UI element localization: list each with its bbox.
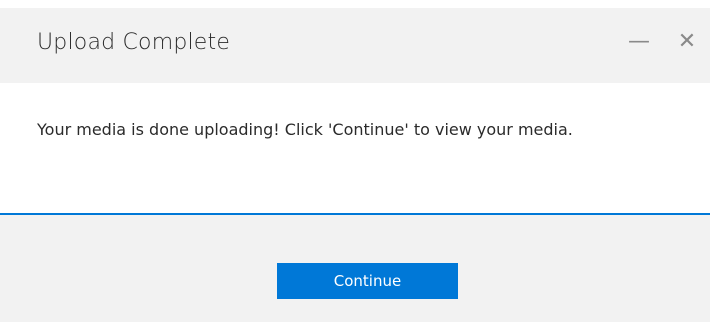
titlebar: Upload Complete — ✕ <box>0 8 710 83</box>
window-top-edge <box>0 0 710 8</box>
close-button[interactable]: ✕ <box>670 24 704 58</box>
minimize-button[interactable]: — <box>622 24 656 58</box>
minimize-icon: — <box>628 28 650 54</box>
dialog-content: Your media is done uploading! Click 'Con… <box>0 83 710 213</box>
dialog-title: Upload Complete <box>37 30 231 55</box>
dialog-footer: Continue <box>0 215 710 322</box>
continue-button[interactable]: Continue <box>277 263 458 299</box>
upload-message: Your media is done uploading! Click 'Con… <box>37 120 573 139</box>
upload-complete-dialog: Upload Complete — ✕ Your media is done u… <box>0 8 710 322</box>
close-icon: ✕ <box>677 28 697 54</box>
